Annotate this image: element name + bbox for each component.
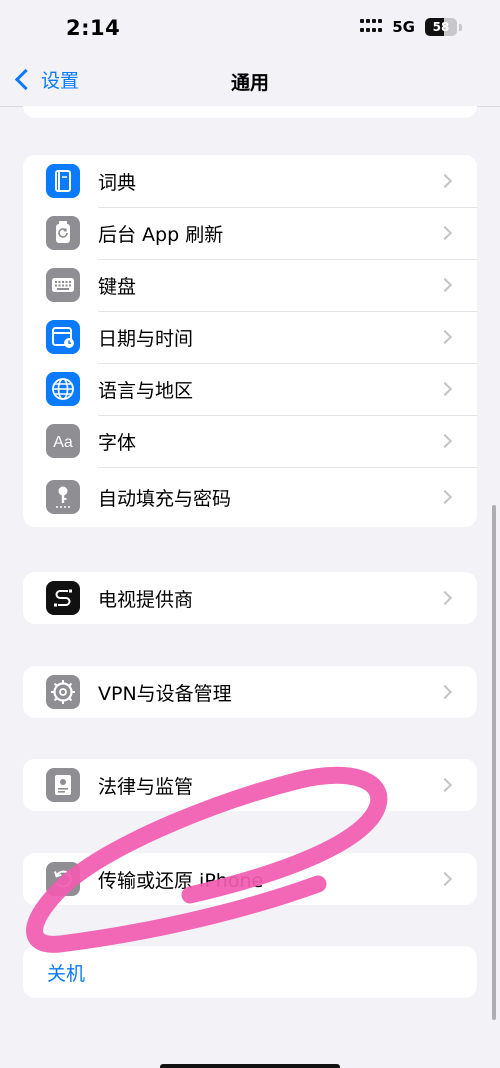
chevron-right-icon (437, 871, 453, 887)
row-fonts[interactable]: Aa 字体 (23, 415, 477, 467)
network-type: 5G (392, 18, 415, 36)
reset-icon (46, 862, 80, 896)
home-indicator (160, 1064, 340, 1068)
row-label: 日期与时间 (98, 327, 194, 350)
font-icon: Aa (46, 424, 80, 458)
status-bar: 2:14 5G 58 (0, 0, 500, 56)
row-autofill-passwords[interactable]: 自动填充与密码 (23, 467, 477, 527)
settings-group-tv-provider: 电视提供商 (23, 572, 477, 624)
battery-level: 58 (432, 20, 450, 34)
document-icon (46, 768, 80, 802)
row-tv-provider[interactable]: 电视提供商 (23, 572, 477, 624)
row-label: 语言与地区 (98, 379, 194, 402)
background-refresh-icon (46, 216, 80, 250)
row-label: 字体 (98, 431, 137, 454)
battery-icon: 58 (425, 18, 457, 36)
calendar-clock-icon (46, 320, 80, 354)
row-keyboard[interactable]: 键盘 (23, 259, 477, 311)
chevron-right-icon (437, 684, 453, 700)
chevron-right-icon (437, 777, 453, 793)
row-transfer-reset-iphone[interactable]: 传输或还原 iPhone (23, 853, 477, 905)
globe-icon (46, 372, 80, 406)
settings-group-legal: 法律与监管 (23, 759, 477, 811)
page-title: 通用 (230, 72, 269, 94)
row-vpn-device-management[interactable]: VPN与设备管理 (23, 666, 477, 718)
dictionary-icon (46, 164, 80, 198)
row-language-region[interactable]: 语言与地区 (23, 363, 477, 415)
status-indicators: 5G 58 (360, 18, 462, 36)
settings-group-language-input: 词典 后台 App 刷新 键盘 日期与时间 语言与地区 Aa 字体 自动填充与密… (23, 155, 477, 527)
chevron-right-icon (437, 225, 453, 241)
row-label: VPN与设备管理 (98, 682, 232, 705)
row-date-time[interactable]: 日期与时间 (23, 311, 477, 363)
keyboard-icon (46, 268, 80, 302)
chevron-right-icon (437, 433, 453, 449)
shutdown-button[interactable]: 关机 (23, 946, 477, 998)
cellular-signal-icon (360, 19, 383, 35)
row-dictionary[interactable]: 词典 (23, 155, 477, 207)
chevron-right-icon (437, 329, 453, 345)
row-label: 传输或还原 iPhone (98, 869, 264, 892)
row-label: 自动填充与密码 (98, 487, 232, 510)
previous-section-edge (23, 106, 477, 118)
settings-group-transfer-reset: 传输或还原 iPhone (23, 853, 477, 905)
chevron-right-icon (437, 489, 453, 505)
key-icon (46, 480, 80, 514)
status-time: 2:14 (66, 16, 121, 40)
chevron-right-icon (437, 590, 453, 606)
row-label: 后台 App 刷新 (98, 223, 224, 246)
row-background-app-refresh[interactable]: 后台 App 刷新 (23, 207, 477, 259)
row-label: 电视提供商 (98, 588, 194, 611)
chevron-right-icon (437, 381, 453, 397)
gear-icon (46, 675, 80, 709)
row-label: 键盘 (98, 275, 137, 298)
scroll-indicator (492, 505, 496, 1020)
chevron-right-icon (437, 277, 453, 293)
settings-group-vpn: VPN与设备管理 (23, 666, 477, 718)
row-label: 词典 (98, 171, 137, 194)
navigation-bar: 设置 通用 (0, 56, 500, 107)
row-label: 法律与监管 (98, 775, 194, 798)
chevron-right-icon (437, 173, 453, 189)
row-legal-regulatory[interactable]: 法律与监管 (23, 759, 477, 811)
battery-tip (459, 23, 462, 31)
settings-group-shutdown: 关机 (23, 946, 477, 998)
tv-provider-icon (46, 581, 80, 615)
svg-text:Aa: Aa (53, 434, 73, 451)
